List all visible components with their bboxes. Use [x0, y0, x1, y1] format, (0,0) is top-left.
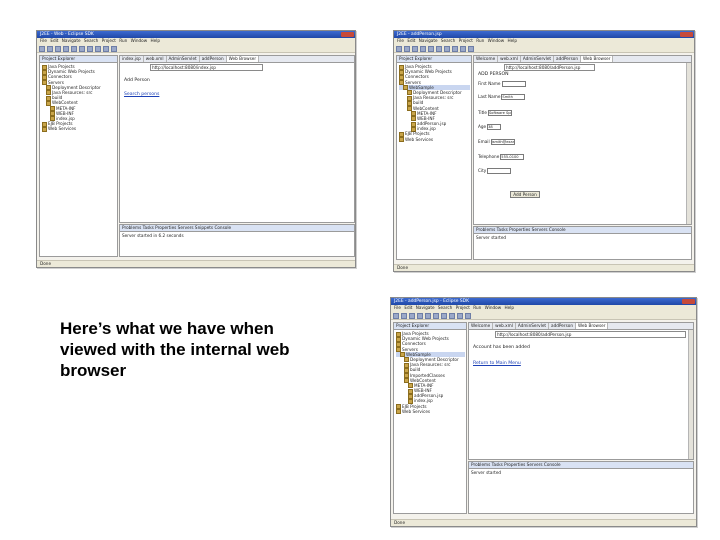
address-bar[interactable]: http://localhost:8080/addPerson.jsp	[504, 64, 595, 71]
editor-tab-web-browser[interactable]: Web Browser	[226, 56, 260, 62]
form-row: Emailjsmith@example.com	[478, 139, 515, 145]
console-panel[interactable]: Problems Tasks Properties Servers Snippe…	[119, 224, 355, 257]
editor-tab[interactable]: AdminServlet	[521, 56, 555, 62]
console-tabs[interactable]: Problems Tasks Properties Servers Snippe…	[120, 225, 354, 232]
tree-item[interactable]: Web Services	[396, 409, 465, 415]
screenshot-bottom-right: J2EE - addPerson.jsp - Eclipse SDK File …	[390, 297, 697, 527]
editor-area[interactable]: index.jsp web.xml AdminServlet addPerson Web…	[119, 55, 355, 223]
address-bar[interactable]: http://localhost:8080/index.jsp	[150, 64, 263, 71]
first-name-input[interactable]	[501, 81, 526, 87]
screenshot-top-left: J2EE - Web - Eclipse SDK File Edit Navig…	[36, 30, 356, 268]
editor-tabs[interactable]: index.jsp web.xml AdminServlet addPerson Web…	[120, 56, 354, 63]
age-input[interactable]: 38	[487, 124, 502, 130]
project-explorer[interactable]: Project Explorer Java Projects Dynamic W…	[396, 55, 472, 260]
toolbar[interactable]	[394, 44, 694, 53]
console-output: Server started	[471, 470, 502, 475]
page-title: Add Person	[124, 78, 150, 83]
form-row: First Name	[478, 81, 526, 87]
project-explorer-tab[interactable]: Project Explorer	[40, 56, 117, 63]
last-name-input[interactable]: Smith	[501, 94, 526, 100]
editor-area[interactable]: Welcome web.xml AdminServlet addPerson Web B…	[473, 55, 692, 225]
editor-tab[interactable]: index.jsp	[120, 56, 144, 62]
form-heading: ADD PERSON	[478, 72, 509, 77]
telephone-input[interactable]: 555-0100	[500, 154, 525, 160]
editor-tabs[interactable]: Welcome web.xml AdminServlet addPerson Web B…	[469, 323, 693, 330]
toolbar[interactable]	[37, 44, 355, 53]
title-input[interactable]: Software Specialist	[487, 110, 512, 116]
form-row: Telephone 555-0100	[478, 154, 525, 160]
console-panel[interactable]: Problems Tasks Properties Servers Consol…	[468, 461, 694, 514]
window-title: J2EE - addPerson.jsp	[394, 31, 694, 38]
form-row: Last Name Smith	[478, 94, 526, 100]
window-title: J2EE - addPerson.jsp - Eclipse SDK	[391, 298, 696, 305]
return-to-main-menu-link[interactable]: Return to Main Menu	[473, 361, 521, 366]
project-tree[interactable]: Java Projects Dynamic Web Projects Conne…	[394, 330, 466, 415]
console-output: Server started	[476, 235, 507, 240]
form-row: City	[478, 168, 512, 174]
editor-tab[interactable]: Welcome	[474, 56, 499, 62]
window-controls[interactable]	[341, 32, 354, 37]
editor-tab[interactable]: web.xml	[498, 56, 521, 62]
editor-tab[interactable]: AdminServlet	[167, 56, 200, 62]
window-controls[interactable]	[682, 299, 695, 304]
editor-tabs[interactable]: Welcome web.xml AdminServlet addPerson Web B…	[474, 56, 691, 63]
project-explorer-tab[interactable]: Project Explorer	[397, 56, 471, 63]
address-bar[interactable]: http://localhost:8080/addPerson.jsp	[495, 331, 686, 338]
vertical-scrollbar[interactable]	[686, 63, 691, 224]
project-explorer-tab[interactable]: Project Explorer	[394, 323, 466, 330]
editor-tab[interactable]: addPerson	[200, 56, 227, 62]
email-input[interactable]: jsmith@example.com	[490, 139, 515, 145]
project-tree[interactable]: Java Projects Dynamic Web Projects Conne…	[397, 63, 471, 143]
editor-tab-web-browser[interactable]: Web Browser	[581, 56, 614, 62]
screenshot-top-right: J2EE - addPerson.jsp File Edit Navigate …	[393, 30, 695, 272]
console-output: Server started in 6.2 seconds	[122, 233, 184, 238]
editor-tab[interactable]: Welcome	[469, 323, 494, 329]
console-panel[interactable]: Problems Tasks Properties Servers Consol…	[473, 226, 692, 260]
window-title: J2EE - Web - Eclipse SDK	[37, 31, 355, 38]
toolbar[interactable]	[391, 311, 696, 320]
confirmation-message: Account has been added	[473, 345, 530, 350]
editor-tab[interactable]: web.xml	[493, 323, 516, 329]
tree-item[interactable]: Web Services	[399, 137, 470, 143]
console-tabs[interactable]: Problems Tasks Properties Servers Consol…	[474, 227, 691, 234]
editor-tab[interactable]: addPerson	[554, 56, 582, 62]
project-tree[interactable]: Java Projects Dynamic Web Projects Conne…	[40, 63, 117, 132]
editor-tab[interactable]: addPerson	[549, 323, 577, 329]
add-person-button[interactable]: Add Person	[510, 191, 540, 198]
window-controls[interactable]	[680, 32, 693, 37]
city-input[interactable]	[487, 168, 512, 174]
editor-tab[interactable]: web.xml	[144, 56, 167, 62]
status-bar: Done	[37, 260, 355, 267]
tree-item[interactable]: Web Services	[42, 126, 116, 132]
editor-area[interactable]: Welcome web.xml AdminServlet addPerson Web B…	[468, 322, 694, 460]
search-link[interactable]: Search persons	[124, 92, 159, 97]
console-tabs[interactable]: Problems Tasks Properties Servers Consol…	[469, 462, 693, 469]
slide-caption: Here’s what we have when viewed with the…	[60, 319, 290, 380]
editor-tab-web-browser[interactable]: Web Browser	[576, 323, 609, 329]
project-explorer[interactable]: Project Explorer Java Projects Dynamic W…	[39, 55, 118, 257]
status-bar: Done	[394, 264, 694, 271]
form-row: TitleSoftware Specialist	[478, 110, 512, 116]
status-bar: Done	[391, 519, 696, 526]
editor-tab[interactable]: AdminServlet	[516, 323, 550, 329]
form-row: Age 38	[478, 124, 502, 130]
project-explorer[interactable]: Project Explorer Java Projects Dynamic W…	[393, 322, 467, 514]
vertical-scrollbar[interactable]	[688, 330, 693, 459]
